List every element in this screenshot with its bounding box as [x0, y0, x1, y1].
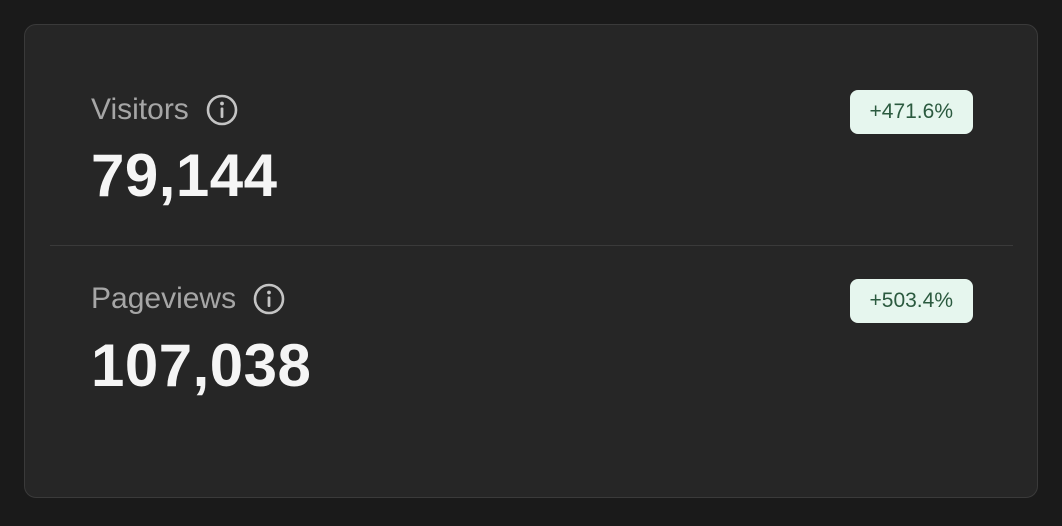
pageviews-change-badge: +503.4%: [849, 279, 973, 323]
visitors-value: 79,144: [91, 142, 278, 209]
stats-card: Visitors 79,144 +471.6% Pageviews 107,03…: [24, 24, 1038, 498]
visitors-change-badge: +471.6%: [849, 90, 973, 134]
info-icon[interactable]: [252, 282, 286, 316]
pageviews-label-row: Pageviews: [91, 280, 286, 318]
visitors-label: Visitors: [91, 93, 189, 126]
visitors-metric: Visitors 79,144 +471.6%: [25, 25, 1037, 246]
pageviews-label: Pageviews: [91, 282, 237, 315]
pageviews-metric: Pageviews 107,038 +503.4%: [25, 246, 1037, 497]
pageviews-value: 107,038: [91, 332, 312, 399]
info-icon[interactable]: [205, 93, 239, 127]
visitors-label-row: Visitors: [91, 91, 239, 129]
